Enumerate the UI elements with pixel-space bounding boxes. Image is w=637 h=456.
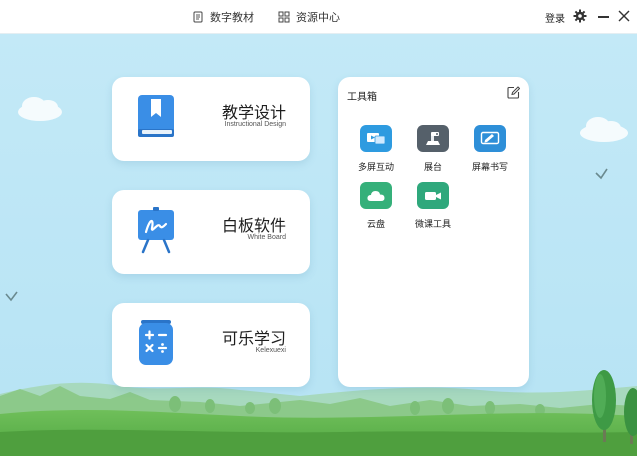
nav-digital-textbooks[interactable]: 数字教材 [192, 8, 254, 26]
kelexuexi-card[interactable]: 可乐学习 Kelexuexi [112, 303, 310, 387]
whiteboard-icon [136, 206, 176, 254]
edit-icon[interactable] [507, 86, 520, 99]
tool-label: 多屏互动 [357, 163, 394, 173]
tool-label: 屏幕书写 [471, 163, 508, 173]
tool-multi-screen[interactable]: 多屏互动 [351, 125, 401, 175]
white-board-card[interactable]: 白板软件 White Board [112, 190, 310, 274]
document-camera-icon [417, 125, 449, 152]
toolbox-panel: 工具箱 多屏互动 展台 屏幕书写 云盘 微课工具 [338, 77, 529, 387]
tool-label: 微课工具 [414, 220, 451, 230]
instructional-design-card[interactable]: 教学设计 Instructional Design [112, 77, 310, 161]
login-button[interactable]: 登录 [545, 10, 565, 25]
screen-write-icon [474, 125, 506, 152]
tool-micro-lesson[interactable]: 微课工具 [408, 182, 458, 232]
card-subtitle: Instructional Design [224, 121, 286, 128]
card-subtitle: White Board [247, 234, 286, 241]
background-landscape [0, 34, 637, 456]
bookmark-book-icon [136, 93, 176, 141]
cloud-icon [360, 182, 392, 209]
card-title: 白板软件 [221, 216, 286, 235]
card-title: 可乐学习 [221, 329, 286, 348]
top-bar: 数字教材 资源中心 登录 [0, 0, 637, 34]
video-camera-icon [417, 182, 449, 209]
book-icon [193, 11, 203, 23]
minimize-button[interactable] [598, 16, 609, 18]
nav-label: 数字教材 [210, 11, 254, 24]
toolbox-title: 工具箱 [347, 92, 377, 103]
card-title: 教学设计 [221, 103, 286, 122]
card-subtitle: Kelexuexi [255, 347, 286, 354]
tool-cloud-drive[interactable]: 云盘 [351, 182, 401, 232]
close-icon[interactable] [618, 10, 630, 22]
grid-icon [278, 11, 290, 23]
tool-document-camera[interactable]: 展台 [408, 125, 458, 175]
nav-label: 资源中心 [296, 11, 340, 24]
gear-icon[interactable] [573, 9, 587, 23]
tool-label: 云盘 [366, 220, 385, 230]
multi-screen-icon [360, 125, 392, 152]
tool-screen-write[interactable]: 屏幕书写 [465, 125, 515, 175]
calculator-can-icon [136, 319, 176, 367]
tool-label: 展台 [423, 163, 442, 173]
nav-resource-center[interactable]: 资源中心 [278, 8, 340, 26]
